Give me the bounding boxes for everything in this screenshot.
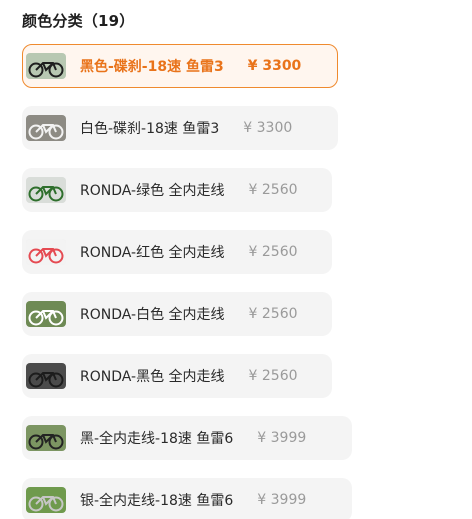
option-name: 白色-碟刹-18速 鱼雷3 xyxy=(80,121,220,137)
option-name: 黑-全内走线-18速 鱼雷6 xyxy=(80,431,234,447)
color-option[interactable]: RONDA-绿色 全内走线 ¥ 2560 xyxy=(22,168,332,212)
color-option[interactable]: 银-全内走线-18速 鱼雷6 ¥ 3999 xyxy=(22,478,352,519)
bike-thumbnail xyxy=(26,487,66,513)
option-price: ¥ 2560 xyxy=(248,306,298,322)
bike-thumbnail xyxy=(26,425,66,451)
option-name: 银-全内走线-18速 鱼雷6 xyxy=(80,493,234,509)
product-color-selector: 颜色分类（19） 黑色-碟刹-18速 鱼雷3 ¥ 3300 白色-碟刹-18速 … xyxy=(0,0,472,519)
option-price: ¥ 3999 xyxy=(257,492,307,508)
option-name: RONDA-黑色 全内走线 xyxy=(80,369,225,385)
color-option[interactable]: 黑色-碟刹-18速 鱼雷3 ¥ 3300 xyxy=(22,44,338,88)
bike-thumbnail xyxy=(26,363,66,389)
option-name: 黑色-碟刹-18速 鱼雷3 xyxy=(80,59,224,75)
option-price: ¥ 3300 xyxy=(247,58,302,74)
color-option[interactable]: RONDA-白色 全内走线 ¥ 2560 xyxy=(22,292,332,336)
color-option-list: 黑色-碟刹-18速 鱼雷3 ¥ 3300 白色-碟刹-18速 鱼雷3 ¥ 330… xyxy=(22,44,462,519)
bike-image xyxy=(26,177,66,203)
color-option[interactable]: RONDA-黑色 全内走线 ¥ 2560 xyxy=(22,354,332,398)
bike-image xyxy=(26,487,66,513)
option-price: ¥ 2560 xyxy=(248,244,298,260)
bike-thumbnail xyxy=(26,115,66,141)
option-name: RONDA-绿色 全内走线 xyxy=(80,183,225,199)
option-price: ¥ 3999 xyxy=(257,430,307,446)
bike-thumbnail xyxy=(26,177,66,203)
bike-image xyxy=(26,115,66,141)
bike-image xyxy=(26,239,66,265)
option-name: RONDA-白色 全内走线 xyxy=(80,307,225,323)
option-price: ¥ 2560 xyxy=(248,182,298,198)
color-option[interactable]: 黑-全内走线-18速 鱼雷6 ¥ 3999 xyxy=(22,416,352,460)
bike-image xyxy=(26,425,66,451)
option-price: ¥ 3300 xyxy=(243,120,293,136)
option-name: RONDA-红色 全内走线 xyxy=(80,245,225,261)
bike-thumbnail xyxy=(26,239,66,265)
bike-thumbnail xyxy=(26,301,66,327)
bike-thumbnail xyxy=(26,53,66,79)
color-option[interactable]: RONDA-红色 全内走线 ¥ 2560 xyxy=(22,230,332,274)
color-category-title: 颜色分类（19） xyxy=(22,12,135,30)
bike-image xyxy=(26,301,66,327)
bike-image xyxy=(26,363,66,389)
color-option[interactable]: 白色-碟刹-18速 鱼雷3 ¥ 3300 xyxy=(22,106,338,150)
bike-image xyxy=(26,53,66,79)
option-price: ¥ 2560 xyxy=(248,368,298,384)
